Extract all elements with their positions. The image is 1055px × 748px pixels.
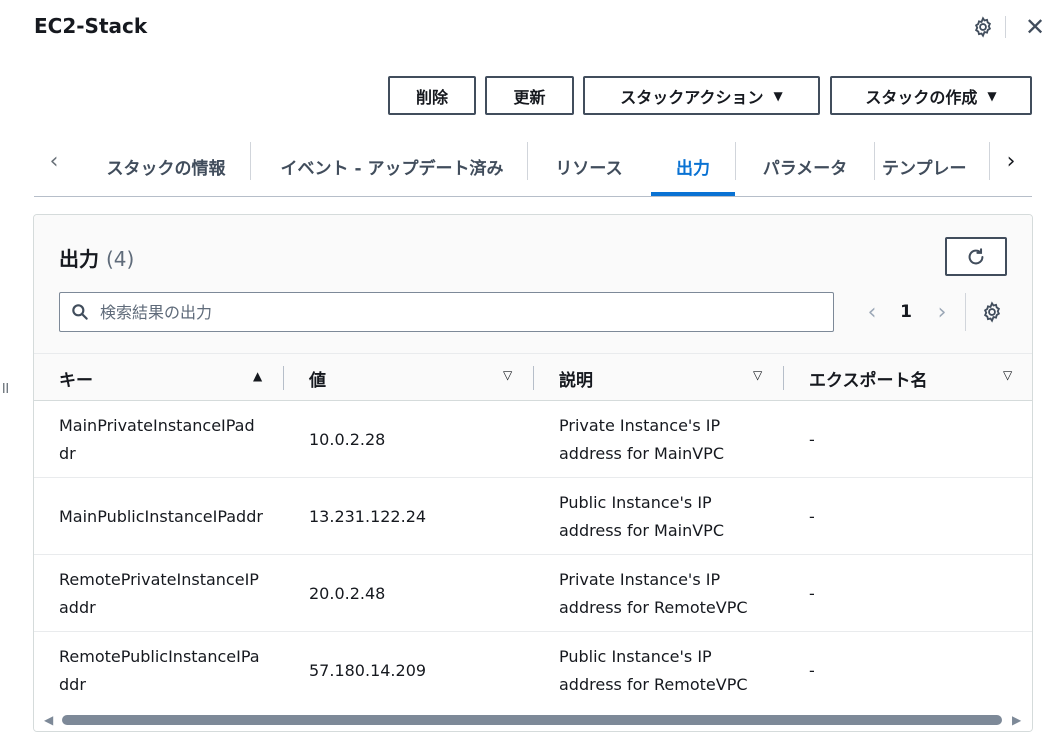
cell-export-name: -	[809, 583, 815, 603]
search-field[interactable]	[59, 292, 834, 332]
description-line: address for MainVPC	[559, 520, 724, 540]
table-row: MainPrivateInstanceIPaddr 10.0.2.28 Priv…	[34, 401, 1032, 478]
tab-scroll-right-icon[interactable]: ›	[999, 147, 1023, 175]
tab-separator	[527, 142, 528, 180]
page-number[interactable]: 1	[896, 298, 916, 326]
delete-label: 削除	[415, 87, 448, 107]
tab-parameters[interactable]: パラメータ	[740, 137, 870, 196]
horizontal-scrollbar[interactable]: ◀ ▶	[34, 708, 1032, 731]
stack-actions-label: スタックアクション	[620, 87, 764, 107]
refresh-button[interactable]	[945, 237, 1007, 276]
cell-key: MainPublicInstanceIPaddr	[59, 506, 263, 526]
tab-scroll-left-icon[interactable]: ‹	[42, 147, 66, 175]
cell-value: 13.231.122.24	[309, 506, 427, 526]
panel-header: 出力 (4) ‹ 1 ›	[34, 215, 1032, 353]
sort-icon[interactable]: ▽	[503, 368, 512, 382]
column-header-description[interactable]: 説明	[559, 354, 593, 402]
scrollbar-thumb[interactable]	[62, 715, 1002, 725]
create-stack-label: スタックの作成	[865, 87, 978, 107]
sort-icon[interactable]: ▽	[1003, 368, 1012, 382]
column-header-key[interactable]: キー	[59, 354, 93, 402]
tab-active-indicator	[651, 192, 735, 196]
column-resizer[interactable]	[283, 366, 284, 390]
tab-template[interactable]: テンプレー	[882, 137, 988, 196]
pager-divider	[965, 293, 966, 331]
column-resizer[interactable]	[533, 366, 534, 390]
table-settings-gear-icon[interactable]	[979, 298, 1005, 326]
stack-actions-button[interactable]: スタックアクション ▼	[583, 76, 820, 115]
panel-title: 出力 (4)	[59, 243, 134, 272]
create-stack-button[interactable]: スタックの作成 ▼	[830, 76, 1032, 115]
column-header-export-name[interactable]: エクスポート名	[809, 354, 928, 402]
description-line: address for RemoteVPC	[559, 597, 748, 617]
cell-export-name: -	[809, 660, 815, 680]
header-divider	[1005, 16, 1006, 38]
tab-events[interactable]: イベント - アップデート済み	[256, 137, 528, 196]
description-line: Public Instance's IP	[559, 492, 712, 512]
table-row: MainPublicInstanceIPaddr 13.231.122.24 P…	[34, 478, 1032, 555]
scroll-right-icon[interactable]: ▶	[1012, 713, 1021, 727]
column-resizer[interactable]	[783, 366, 784, 390]
tab-resources[interactable]: リソース	[531, 137, 647, 196]
description-line: address for MainVPC	[559, 443, 724, 463]
cell-key: RemotePrivateInstanceIPaddr	[59, 569, 259, 617]
tab-separator	[735, 142, 736, 180]
update-button[interactable]: 更新	[485, 76, 574, 115]
description-line: Private Instance's IP	[559, 415, 721, 435]
refresh-icon	[968, 247, 984, 264]
tab-stack-info[interactable]: スタックの情報	[86, 137, 246, 196]
outputs-panel: 出力 (4) ‹ 1 › キー ▲	[33, 214, 1033, 732]
cell-export-name: -	[809, 429, 815, 449]
update-label: 更新	[513, 87, 546, 107]
description-line: address for RemoteVPC	[559, 674, 748, 694]
cell-value: 20.0.2.48	[309, 583, 386, 603]
tab-separator	[989, 142, 990, 180]
cell-value: 10.0.2.28	[309, 429, 386, 449]
page-next-icon[interactable]: ›	[930, 298, 954, 326]
cell-description: Public Instance's IP address for MainVPC	[559, 478, 779, 555]
tab-separator	[250, 142, 251, 180]
panel-count: (4)	[105, 247, 135, 271]
sort-ascending-icon[interactable]: ▲	[253, 369, 262, 383]
resize-handle-icon[interactable]: ॥	[0, 376, 10, 398]
gear-icon[interactable]	[970, 14, 996, 40]
tab-separator	[874, 142, 875, 180]
search-input[interactable]	[100, 302, 800, 322]
page-prev-icon[interactable]: ‹	[860, 298, 884, 326]
caret-down-icon: ▼	[987, 88, 997, 103]
sort-icon[interactable]: ▽	[753, 368, 762, 382]
column-header-value[interactable]: 値	[309, 354, 326, 402]
caret-down-icon: ▼	[773, 88, 783, 103]
cell-key: MainPrivateInstanceIPaddr	[59, 415, 255, 463]
cell-value: 57.180.14.209	[309, 660, 427, 680]
search-icon	[72, 304, 88, 320]
scroll-left-icon[interactable]: ◀	[44, 713, 53, 727]
cell-key: RemotePublicInstanceIPaddr	[59, 646, 260, 694]
tab-outputs[interactable]: 出力	[651, 137, 735, 196]
cell-description: Public Instance's IP address for RemoteVP…	[559, 632, 779, 709]
description-line: Public Instance's IP	[559, 646, 712, 666]
panel-title-text: 出力	[59, 247, 99, 271]
cell-description: Private Instance's IP address for MainVPC	[559, 401, 779, 478]
cell-export-name: -	[809, 506, 815, 526]
delete-button[interactable]: 削除	[388, 76, 476, 115]
description-line: Private Instance's IP	[559, 569, 721, 589]
cell-description: Private Instance's IP address for RemoteV…	[559, 555, 779, 632]
table-header: キー ▲ 値 ▽ 説明 ▽ エクスポート名 ▽	[34, 353, 1032, 401]
tab-bar: ‹ スタックの情報 イベント - アップデート済み リソース 出力 パラメータ …	[34, 137, 1032, 197]
table-row: RemotePrivateInstanceIPaddr 20.0.2.48 Pr…	[34, 555, 1032, 632]
close-icon[interactable]: ✕	[1022, 13, 1048, 41]
table-row: RemotePublicInstanceIPaddr 57.180.14.209…	[34, 632, 1032, 709]
page-title: EC2-Stack	[34, 14, 148, 38]
